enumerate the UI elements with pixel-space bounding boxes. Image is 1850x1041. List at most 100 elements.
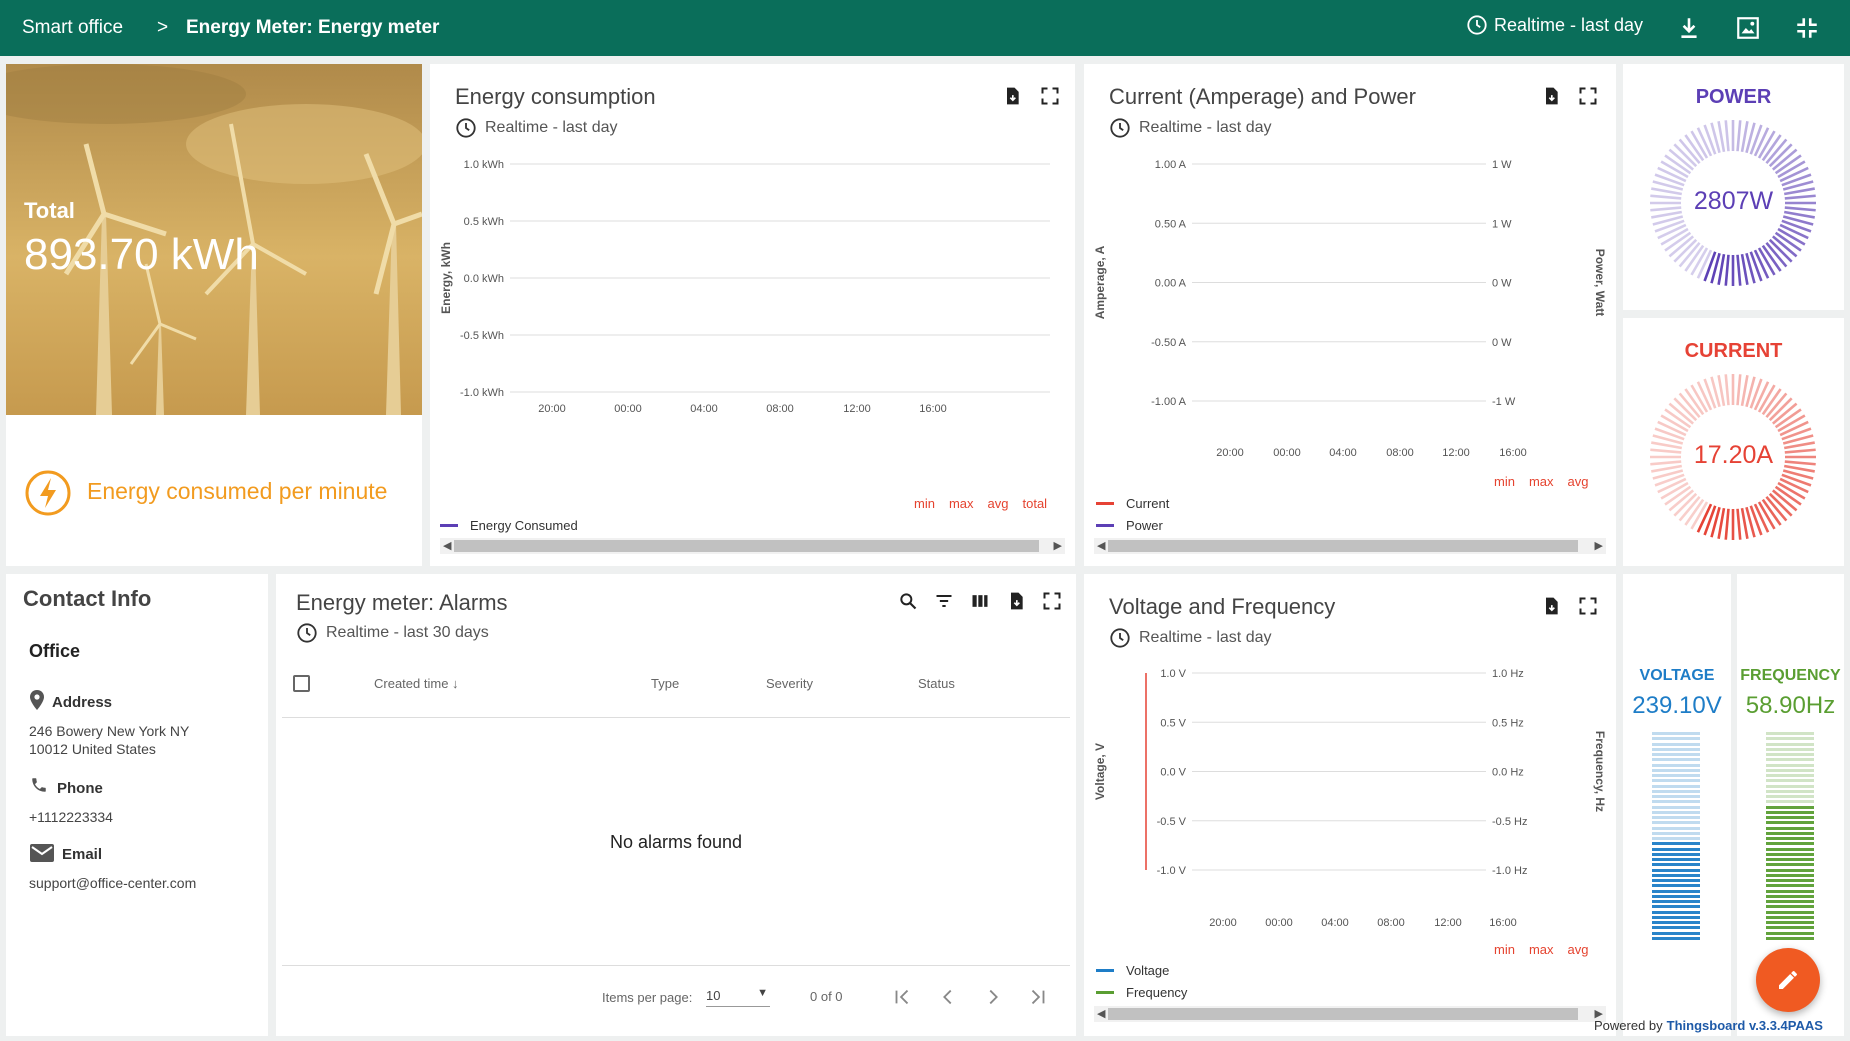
x-tick-label: 08:00 — [766, 403, 794, 415]
scroll-left-icon[interactable]: ◀ — [443, 539, 451, 552]
level-segment — [1652, 879, 1700, 882]
level-segment — [1766, 873, 1814, 877]
level-segment — [1652, 894, 1700, 898]
energy-per-minute-label: Energy consumed per minute — [87, 478, 388, 504]
level-segment — [1766, 753, 1814, 756]
level-segment — [1766, 847, 1814, 851]
exit-fullscreen-icon[interactable] — [1794, 15, 1820, 41]
phone-value[interactable]: +1112223334 — [29, 808, 113, 826]
voltage-frequency-card: Voltage and Frequency Realtime - last da… — [1084, 574, 1616, 1036]
level-segment — [1766, 884, 1814, 888]
empty-state: No alarms found — [609, 832, 743, 852]
level-segment — [1652, 910, 1700, 914]
gauge-value: 239.10V — [1632, 692, 1722, 719]
powered-by-label: Powered by — [1594, 1018, 1663, 1033]
y-tick-label: 0.5 kWh — [464, 216, 504, 228]
level-segment — [1652, 779, 1700, 783]
level-segment — [1652, 936, 1700, 940]
filter-icon[interactable] — [934, 591, 954, 611]
y2-tick-label: 0 W — [1492, 278, 1512, 290]
level-segment — [1652, 763, 1700, 767]
email-value[interactable]: support@office-center.com — [29, 874, 196, 892]
office-label: Office — [29, 641, 81, 661]
export-image-icon[interactable] — [1735, 15, 1761, 41]
legend-item-voltage[interactable]: Voltage — [1096, 963, 1169, 978]
column-status[interactable]: Status — [918, 676, 955, 691]
level-segment — [1652, 753, 1700, 756]
timewindow-button[interactable]: Realtime - last day — [1466, 14, 1643, 36]
contact-info-card: Contact Info Office Address 246 Bowery N… — [6, 574, 268, 1036]
stat-min-label: min — [1494, 474, 1515, 489]
search-icon[interactable] — [898, 591, 918, 611]
select-all-checkbox[interactable] — [293, 675, 310, 692]
x-tick-label: 08:00 — [1377, 917, 1405, 929]
scrollbar-thumb[interactable] — [1108, 1008, 1578, 1020]
legend-stats: min max avg total — [914, 496, 1047, 511]
next-page-icon[interactable] — [982, 986, 1004, 1008]
y-tick-label: 0.00 A — [1155, 278, 1187, 290]
scroll-left-icon[interactable]: ◀ — [1097, 1007, 1105, 1020]
level-segment — [1652, 842, 1700, 846]
level-segment — [1652, 758, 1700, 762]
scroll-left-icon[interactable]: ◀ — [1097, 539, 1105, 552]
level-segment — [1766, 889, 1814, 893]
columns-icon[interactable] — [970, 591, 990, 611]
y2-tick-label: 1 W — [1492, 159, 1512, 171]
current-gauge-card: CURRENT 17.20A — [1623, 318, 1844, 566]
download-icon[interactable] — [1676, 15, 1702, 41]
thingsboard-link[interactable]: Thingsboard v.3.3.4PAAS — [1667, 1018, 1823, 1033]
scroll-right-icon[interactable]: ▶ — [1054, 539, 1062, 552]
first-page-icon[interactable] — [891, 986, 913, 1008]
arrow-down-icon: ↓ — [452, 676, 459, 691]
stat-avg-label: avg — [987, 496, 1009, 511]
export-icon[interactable] — [1006, 591, 1026, 611]
column-type[interactable]: Type — [651, 676, 679, 691]
x-tick-label: 12:00 — [843, 403, 871, 415]
items-per-page-select[interactable]: 10 ▼ — [706, 987, 770, 1007]
x-tick-label: 00:00 — [1273, 447, 1301, 459]
y-axis-title: Amperage, A — [1093, 245, 1107, 319]
horizontal-scrollbar[interactable]: ◀ ▶ — [440, 538, 1065, 554]
address-line-2: 10012 United States — [29, 741, 156, 757]
level-segment — [1652, 931, 1700, 935]
level-segment — [1766, 921, 1814, 924]
level-segment — [1766, 774, 1814, 777]
legend-item-energy[interactable]: Energy Consumed — [440, 518, 578, 533]
gauge-tick — [1736, 508, 1742, 540]
legend-item-frequency[interactable]: Frequency — [1096, 985, 1187, 1000]
y-tick-label: 0.5 V — [1160, 717, 1186, 729]
x-tick-label: 16:00 — [919, 403, 947, 415]
email-icon — [30, 844, 54, 862]
level-segment — [1652, 873, 1700, 877]
last-page-icon[interactable] — [1027, 986, 1049, 1008]
scrollbar-thumb[interactable] — [454, 540, 1039, 552]
level-segment — [1652, 742, 1700, 746]
y-tick-label: -0.5 V — [1157, 816, 1187, 828]
legend-item-current[interactable]: Current — [1096, 496, 1169, 511]
breadcrumb-root[interactable]: Smart office — [22, 17, 123, 39]
x-tick-label: 08:00 — [1386, 447, 1414, 459]
y2-tick-label: -0.5 Hz — [1492, 816, 1527, 828]
gauge-value: 2807W — [1693, 187, 1774, 215]
level-segment — [1766, 936, 1814, 940]
legend-item-power[interactable]: Power — [1096, 518, 1163, 533]
timewindow-label: Realtime - last day — [1494, 14, 1644, 35]
legend-label: Frequency — [1126, 985, 1188, 1000]
current-power-chart-plot: 1.00 A 0.50 A 0.00 A -0.50 A -1.00 A 1 W 1 W 0 … — [1093, 159, 1607, 459]
level-segment — [1652, 847, 1700, 851]
y-tick-label: 1.00 A — [1155, 159, 1187, 171]
column-severity[interactable]: Severity — [766, 676, 813, 691]
column-created-time[interactable]: Created time ↓ — [374, 676, 459, 691]
gauge-tick — [1736, 254, 1742, 286]
level-segment — [1652, 900, 1700, 903]
breadcrumb-separator: > — [157, 17, 169, 38]
horizontal-scrollbar[interactable]: ◀ ▶ — [1094, 1006, 1606, 1022]
edit-dashboard-button[interactable] — [1756, 948, 1820, 1012]
scrollbar-thumb[interactable] — [1108, 540, 1578, 552]
level-segment — [1766, 900, 1814, 903]
horizontal-scrollbar[interactable]: ◀ ▶ — [1094, 538, 1606, 554]
previous-page-icon[interactable] — [937, 986, 959, 1008]
fullscreen-icon[interactable] — [1042, 591, 1062, 611]
widget-timewindow: Realtime - last 30 days — [296, 622, 489, 644]
scroll-right-icon[interactable]: ▶ — [1595, 539, 1603, 552]
